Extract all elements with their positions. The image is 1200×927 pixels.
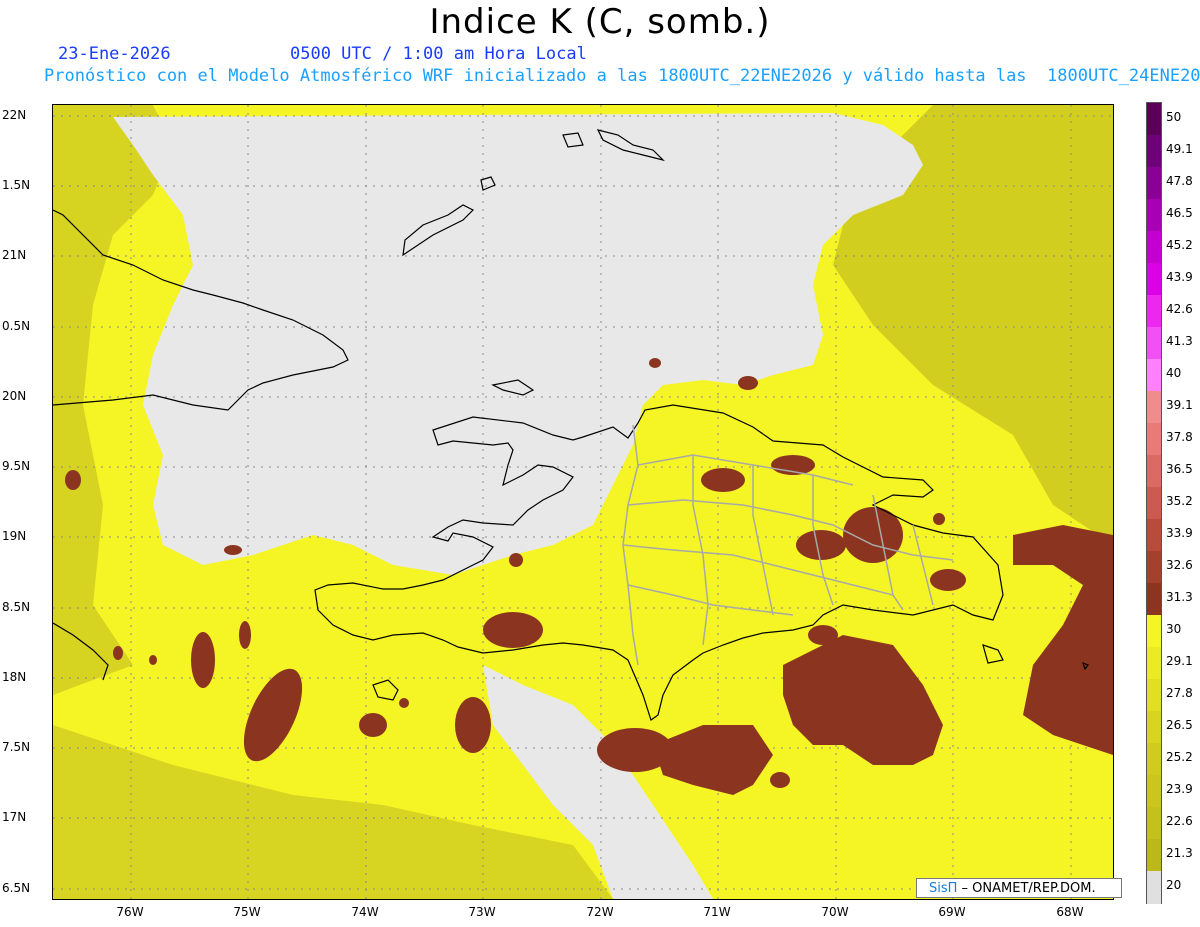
colorbar-segment [1147,519,1161,552]
colorbar-label: 35.2 [1166,494,1193,508]
colorbar-label: 29.1 [1166,654,1193,668]
colorbar-segment [1147,583,1161,616]
colorbar [1146,102,1162,904]
colorbar-label: 49.1 [1166,142,1193,156]
colorbar-label: 26.5 [1166,718,1193,732]
colorbar-segment [1147,647,1161,680]
credit-sispi: SisΠ [929,881,958,896]
colorbar-segment [1147,359,1161,392]
colorbar-label: 31.3 [1166,590,1193,604]
colorbar-label: 40 [1166,366,1182,380]
colorbar-segment [1147,839,1161,872]
colorbar-label: 41.3 [1166,334,1193,348]
colorbar-label: 30 [1166,622,1182,636]
lat-label: 21N [2,248,27,262]
credit-box: SisΠ – ONAMET/REP.DOM. [916,878,1122,898]
lat-label: 6.5N [2,881,31,895]
lat-label: 22N [2,108,27,122]
colorbar-label: 47.8 [1166,174,1193,188]
lat-label: 19N [2,529,27,543]
lon-label: 71W [703,905,731,919]
colorbar-segment [1147,263,1161,296]
lon-label: 74W [351,905,379,919]
colorbar-label: 21.3 [1166,846,1193,860]
colorbar-segment [1147,199,1161,232]
colorbar-label: 46.5 [1166,206,1193,220]
forecast-date: 23-Ene-2026 [58,44,171,64]
credit-onamet: – ONAMET/REP.DOM. [957,881,1096,896]
colorbar-segment [1147,391,1161,424]
lat-label: 18N [2,670,27,684]
lon-label: 69W [938,905,966,919]
lat-label: 1.5N [2,178,31,192]
colorbar-label: 36.5 [1166,462,1193,476]
lon-label: 73W [468,905,496,919]
colorbar-label: 32.6 [1166,558,1193,572]
lat-label: 0.5N [2,319,31,333]
lon-label: 68W [1056,905,1084,919]
lat-label: 7.5N [2,740,31,754]
colorbar-label: 22.6 [1166,814,1193,828]
map-canvas [53,105,1113,899]
colorbar-segment [1147,103,1161,136]
colorbar-label: 27.8 [1166,686,1193,700]
colorbar-segment [1147,455,1161,488]
colorbar-segment [1147,231,1161,264]
colorbar-segment [1147,327,1161,360]
colorbar-label: 50 [1166,110,1182,124]
lat-label: 20N [2,389,27,403]
forecast-description: Pronóstico con el Modelo Atmosférico WRF… [44,66,1200,86]
colorbar-segment [1147,135,1161,168]
colorbar-label: 43.9 [1166,270,1193,284]
colorbar-segment [1147,487,1161,520]
lon-label: 72W [586,905,614,919]
colorbar-segment [1147,775,1161,808]
colorbar-label: 39.1 [1166,398,1193,412]
lat-label: 9.5N [2,459,31,473]
lat-label: 8.5N [2,600,31,614]
colorbar-segment [1147,807,1161,840]
colorbar-label: 45.2 [1166,238,1193,252]
colorbar-label: 20 [1166,878,1182,892]
colorbar-segment [1147,167,1161,200]
colorbar-segment [1147,551,1161,584]
colorbar-label: 25.2 [1166,750,1193,764]
colorbar-segment [1147,423,1161,456]
colorbar-segment [1147,615,1161,648]
forecast-time: 0500 UTC / 1:00 am Hora Local [290,44,587,64]
colorbar-segment [1147,871,1161,904]
colorbar-segment [1147,743,1161,776]
colorbar-segment [1147,711,1161,744]
colorbar-segment [1147,679,1161,712]
colorbar-segment [1147,295,1161,328]
lon-label: 76W [116,905,144,919]
k-index-map [52,104,1114,900]
lon-label: 75W [233,905,261,919]
map-title: Indice K (C, somb.) [429,2,771,42]
colorbar-label: 37.8 [1166,430,1193,444]
lat-label: 17N [2,810,27,824]
lon-label: 70W [821,905,849,919]
colorbar-label: 42.6 [1166,302,1193,316]
colorbar-label: 33.9 [1166,526,1193,540]
colorbar-label: 23.9 [1166,782,1193,796]
